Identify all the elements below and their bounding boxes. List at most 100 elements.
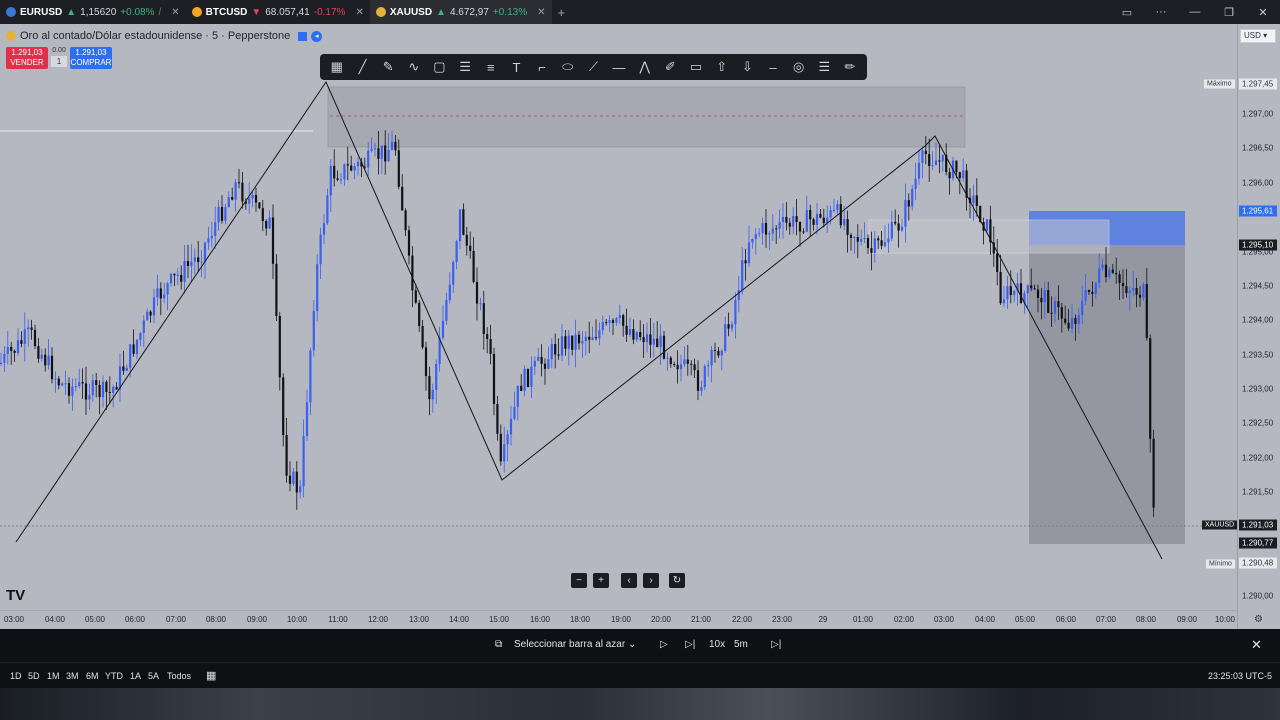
pattern-icon[interactable]: ⋀ [635, 59, 655, 75]
candle-body [1057, 301, 1060, 308]
time-tick: 19:00 [610, 615, 632, 624]
candle-body [57, 378, 60, 386]
candle-body [356, 161, 360, 167]
reset-chart-button[interactable]: ↻ [669, 573, 685, 588]
interval-button[interactable]: 5m [734, 639, 748, 650]
candle-body [435, 363, 438, 391]
candle-body [530, 366, 533, 387]
time-tick: 23:00 [771, 615, 793, 624]
candle-body [741, 260, 744, 291]
desktop-background [0, 688, 1280, 720]
scroll-right-button[interactable]: › [643, 573, 659, 588]
arrow-down-icon[interactable]: ⇩ [737, 59, 757, 75]
monitor-icon[interactable]: ▭ [1110, 6, 1144, 19]
close-icon[interactable]: ✕ [355, 7, 363, 18]
pencil-icon[interactable]: ✏ [840, 59, 860, 75]
candle-body [781, 216, 785, 223]
path-icon[interactable]: ⌐ [532, 60, 552, 75]
period-5a[interactable]: 5A [148, 671, 159, 681]
candle-body [492, 353, 496, 404]
candle-body [557, 354, 560, 356]
grid-icon[interactable]: ▦ [327, 59, 347, 75]
candle-body [829, 210, 832, 218]
comment-icon[interactable]: ▭ [686, 59, 706, 75]
tab-btcusd[interactable]: BTCUSD ▼ 68.057,41 -0.17% ✕ [186, 0, 370, 24]
candle-body [224, 207, 227, 221]
minimize-icon[interactable]: — [1178, 6, 1212, 18]
close-icon[interactable]: ✕ [537, 7, 545, 18]
currency-select[interactable]: USD ▾ [1240, 29, 1276, 43]
candle-body [67, 383, 71, 396]
candle-body [227, 197, 230, 208]
sell-button[interactable]: 1.291,03 VENDER [6, 47, 48, 69]
close-icon[interactable]: ✕ [171, 7, 179, 18]
channel-icon[interactable]: ≡ [481, 60, 501, 75]
step-forward-icon[interactable]: ▷| [685, 639, 695, 650]
short-position-stop-area[interactable] [1029, 245, 1185, 544]
candle-body [601, 322, 604, 331]
clock[interactable]: 23:25:03 UTC-5 [1208, 671, 1272, 681]
text-icon[interactable]: T [506, 60, 526, 75]
candle-body [608, 320, 611, 323]
quantity-value[interactable]: 1 [51, 56, 67, 67]
zone-rectangle[interactable] [327, 86, 966, 148]
zigzag-pattern-line[interactable] [15, 80, 1163, 560]
time-tick: 07:00 [165, 615, 187, 624]
rectangle-icon[interactable]: ▢ [429, 59, 449, 75]
candle-body [911, 188, 914, 207]
new-tab-button[interactable]: + [552, 0, 572, 24]
hline-icon[interactable]: — [609, 60, 629, 75]
more-icon[interactable]: ··· [1144, 6, 1178, 18]
tab-eurusd[interactable]: EURUSD ▲ 1,15620 +0.08% / ✕ [0, 0, 186, 24]
time-axis[interactable]: 03:00 04:00 05:00 06:00 07:00 08:00 09:0… [0, 610, 1263, 629]
brush-icon[interactable]: ✎ [378, 59, 398, 75]
dash-icon[interactable]: ‒ [763, 60, 783, 75]
zoom-out-button[interactable]: − [571, 573, 587, 588]
ellipse-icon[interactable]: ⬭ [558, 59, 578, 75]
candle-body [407, 230, 411, 256]
chart-canvas[interactable] [0, 24, 1237, 629]
blue-flag-icon[interactable] [298, 31, 308, 41]
circle-target-icon[interactable]: ◎ [789, 59, 809, 75]
maximize-icon[interactable]: ❐ [1212, 6, 1246, 19]
close-window-icon[interactable]: ✕ [1246, 6, 1280, 19]
period-5d[interactable]: 5D [28, 671, 40, 681]
calendar-icon[interactable]: ▦ [206, 669, 216, 682]
play-icon[interactable]: ▷ [660, 639, 668, 650]
candle-body [928, 153, 931, 166]
sell-price: 1.291,03 [11, 48, 43, 57]
arrow-up-icon[interactable]: ⇧ [712, 59, 732, 75]
settings-icon[interactable]: ⚙ [1254, 614, 1263, 625]
eye-icon[interactable]: ◂ [311, 30, 323, 42]
period-ytd[interactable]: YTD [105, 671, 123, 681]
zoom-in-button[interactable]: + [593, 573, 609, 588]
period-1d[interactable]: 1D [10, 671, 22, 681]
line-icon[interactable]: ╱ [352, 59, 372, 75]
ray-icon[interactable]: ⟋ [583, 59, 603, 75]
period-1m[interactable]: 1M [47, 671, 60, 681]
pen-icon[interactable]: ✐ [660, 59, 680, 75]
scroll-left-button[interactable]: ‹ [621, 573, 637, 588]
candle-body [305, 402, 309, 437]
period-3m[interactable]: 3M [66, 671, 79, 681]
candle-body [900, 226, 904, 231]
speed-button[interactable]: 10x [709, 639, 725, 650]
close-replay-icon[interactable]: ✕ [1251, 637, 1262, 653]
chart-pane[interactable]: Oro al contado/Dólar estadounidense · 5 … [0, 24, 1237, 629]
period-1a[interactable]: 1A [130, 671, 141, 681]
select-bar-dropdown[interactable]: Seleccionar barra al azar [514, 639, 625, 650]
buy-button[interactable]: 1.291,03 COMPRAR [70, 47, 112, 69]
menu-icon[interactable]: ☰ [814, 59, 834, 75]
chevron-down-icon[interactable]: ⌄ [628, 639, 636, 650]
time-tick: 16:00 [529, 615, 551, 624]
candle-body [27, 327, 30, 330]
candle-body [605, 322, 608, 324]
jump-to-realtime-icon[interactable]: ▷| [771, 639, 781, 650]
period-all[interactable]: Todos [167, 671, 191, 681]
wave-icon[interactable]: ∿ [404, 59, 424, 75]
fib-icon[interactable]: ☰ [455, 59, 475, 75]
period-6m[interactable]: 6M [86, 671, 99, 681]
tab-xauusd[interactable]: XAUUSD ▲ 4.672,97 +0.13% ✕ [369, 0, 552, 24]
random-bar-icon[interactable]: ⧉ [495, 639, 502, 650]
candle-body [866, 238, 870, 249]
